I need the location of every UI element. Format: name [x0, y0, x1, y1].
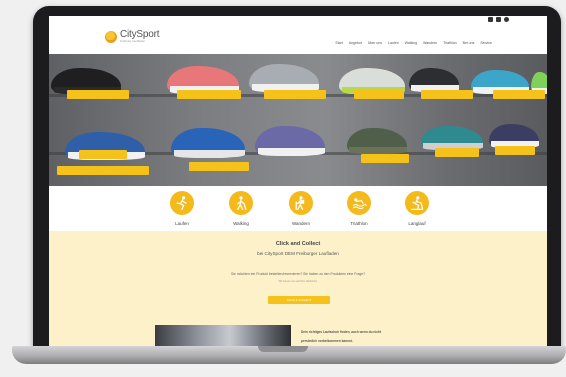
store-photo	[155, 325, 291, 346]
nav-item-bei-uns[interactable]: Bei uns	[463, 41, 475, 45]
social-links	[488, 17, 509, 22]
hero-shoe-wall-image	[49, 54, 547, 186]
nav-item-triathlon[interactable]: Triathlon	[443, 41, 457, 45]
laptop-notch	[258, 346, 308, 352]
logo-sun-icon	[105, 30, 117, 43]
nav-item-ueber-uns[interactable]: Über uns	[368, 41, 382, 45]
nav-item-wandern[interactable]: Wandern	[423, 41, 437, 45]
logo-tagline: Freiburg Laufladen	[120, 39, 146, 43]
nav-item-walking[interactable]: Walking	[405, 41, 417, 45]
facebook-icon[interactable]	[488, 17, 493, 22]
swimmer-icon	[347, 191, 371, 215]
shoe-image	[409, 68, 459, 92]
shoe-image	[347, 128, 407, 154]
category-walking[interactable]: Walking	[216, 191, 266, 226]
click-collect-title: Click and Collect	[275, 241, 321, 247]
youtube-icon[interactable]	[504, 17, 509, 22]
walker-icon	[229, 191, 253, 215]
promo-text-line1: Dein richtiges Laufschuh finden, auch we…	[301, 330, 382, 334]
main-nav: Start Angebot Über uns Laufen Walking Wa…	[335, 41, 492, 45]
nav-item-service[interactable]: Service	[480, 41, 492, 45]
category-langlauf[interactable]: Langlauf	[392, 191, 442, 226]
shoe-image	[249, 64, 319, 92]
promo-text-line2: persönlich vorbeikommen kannst.	[301, 339, 353, 343]
skier-icon	[405, 191, 429, 215]
hiker-icon	[289, 191, 313, 215]
runner-icon	[170, 191, 194, 215]
instagram-icon[interactable]	[496, 17, 501, 22]
site-logo[interactable]: CitySport Freiburg Laufladen	[105, 30, 160, 43]
click-collect-note: Wir freuen uns auf Ihre Nachricht.	[278, 280, 318, 283]
nav-item-laufen[interactable]: Laufen	[388, 41, 399, 45]
shoe-image	[171, 128, 245, 158]
shoe-image	[489, 124, 539, 148]
nav-item-start[interactable]: Start	[335, 41, 342, 45]
click-collect-question: Sie möchten ein Produkt bestellen/reserv…	[230, 272, 365, 276]
category-icons: Laufen Walking Wandern Triathlon Langlau…	[49, 186, 547, 231]
laptop-screen: CitySport Freiburg Laufladen Start Angeb…	[49, 16, 547, 346]
category-wandern[interactable]: Wandern	[276, 191, 326, 226]
click-collect-section: Click and Collect bei CitySport DEM Frei…	[49, 231, 547, 346]
click-collect-button[interactable]: CLICK & COLLECT	[268, 296, 330, 304]
click-collect-subtitle: bei CitySport DEM Freiburger Laufladen	[257, 251, 339, 256]
category-triathlon[interactable]: Triathlon	[334, 191, 384, 226]
site-header: CitySport Freiburg Laufladen Start Angeb…	[49, 16, 547, 54]
category-laufen[interactable]: Laufen	[157, 191, 207, 226]
shoe-image	[421, 126, 483, 150]
shoe-image	[255, 126, 325, 156]
nav-item-angebot[interactable]: Angebot	[349, 41, 362, 45]
